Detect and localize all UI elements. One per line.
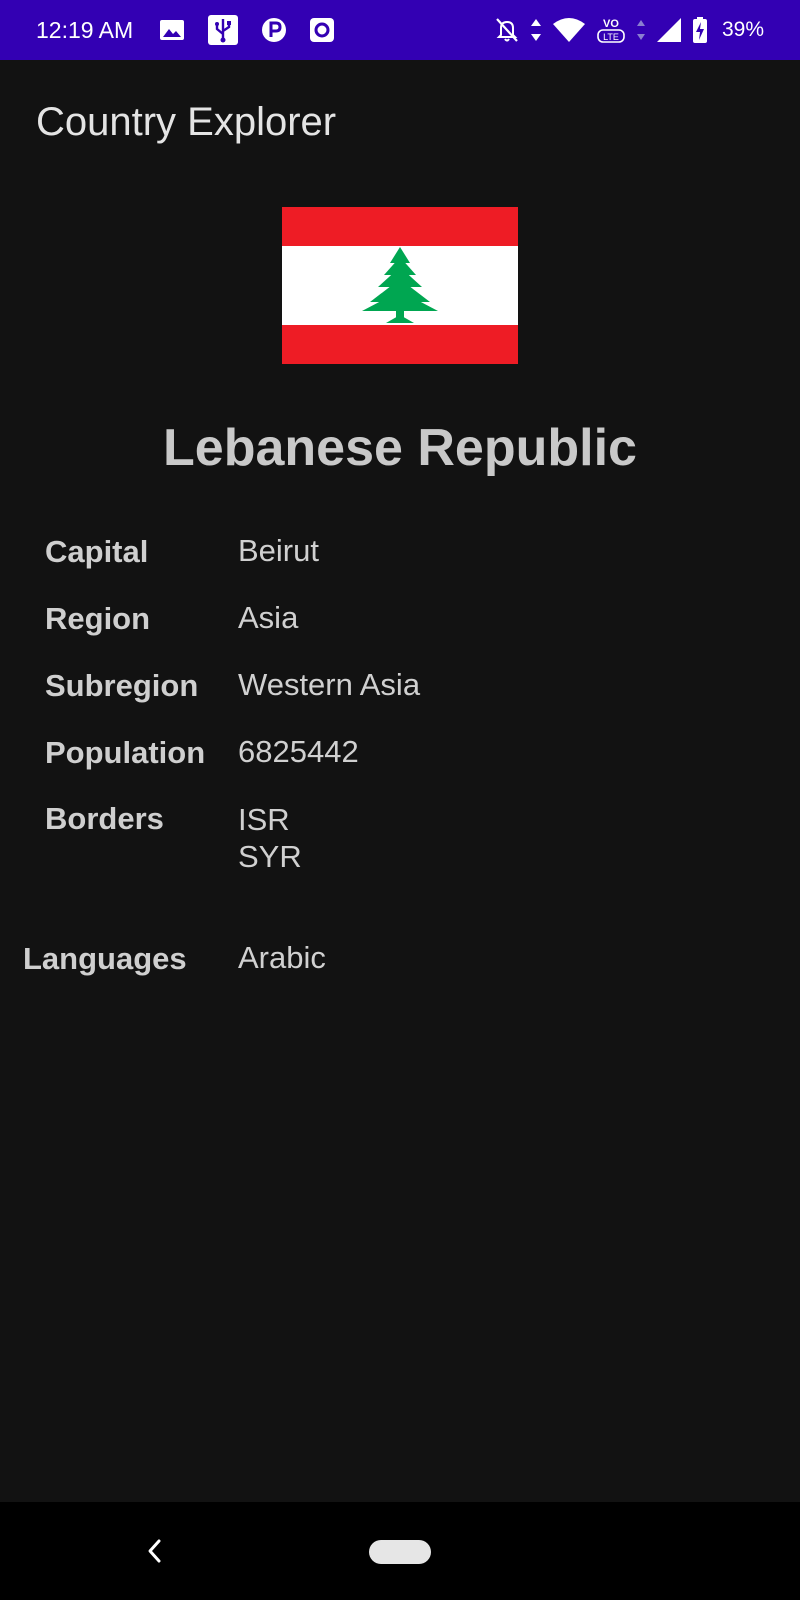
home-pill-icon[interactable] <box>369 1540 431 1564</box>
status-system-icons: VO LTE 39% <box>494 15 764 45</box>
status-bar: 12:19 AM VO LTE 39% <box>0 0 800 60</box>
data-arrows-icon <box>530 18 542 42</box>
border-item: SYR <box>238 839 302 874</box>
parking-app-icon <box>261 16 287 44</box>
notifications-off-icon <box>494 16 520 44</box>
signal-icon <box>656 17 682 43</box>
battery-icon <box>692 16 708 44</box>
languages-value: Arabic <box>238 940 326 975</box>
status-notification-icons <box>159 14 335 46</box>
population-label: Population <box>45 735 206 770</box>
wifi-icon <box>552 17 586 43</box>
gallery-icon <box>159 19 185 41</box>
app-title: Country Explorer <box>36 100 337 144</box>
camera-app-icon <box>309 17 335 43</box>
volte-icon: VO LTE <box>596 15 626 45</box>
region-label: Region <box>45 601 151 636</box>
navigation-bar <box>0 1502 800 1600</box>
back-chevron-icon[interactable] <box>140 1532 170 1570</box>
borders-label: Borders <box>45 801 164 836</box>
country-name: Lebanese Republic <box>163 419 637 477</box>
capital-label: Capital <box>45 534 149 569</box>
svg-text:LTE: LTE <box>603 32 619 42</box>
languages-label: Languages <box>23 941 187 976</box>
data-arrows-icon-secondary <box>636 18 646 42</box>
subregion-value: Western Asia <box>238 667 421 702</box>
border-item: ISR <box>238 802 290 837</box>
usb-icon <box>207 14 239 46</box>
capital-value: Beirut <box>238 533 319 568</box>
borders-list: ISR SYR <box>238 801 302 875</box>
status-time: 12:19 AM <box>36 16 134 43</box>
subregion-label: Subregion <box>45 668 199 703</box>
lebanon-flag <box>282 207 518 364</box>
population-value: 6825442 <box>238 734 359 769</box>
svg-text:VO: VO <box>603 18 619 30</box>
battery-percent: 39% <box>721 18 764 41</box>
region-value: Asia <box>238 600 299 635</box>
